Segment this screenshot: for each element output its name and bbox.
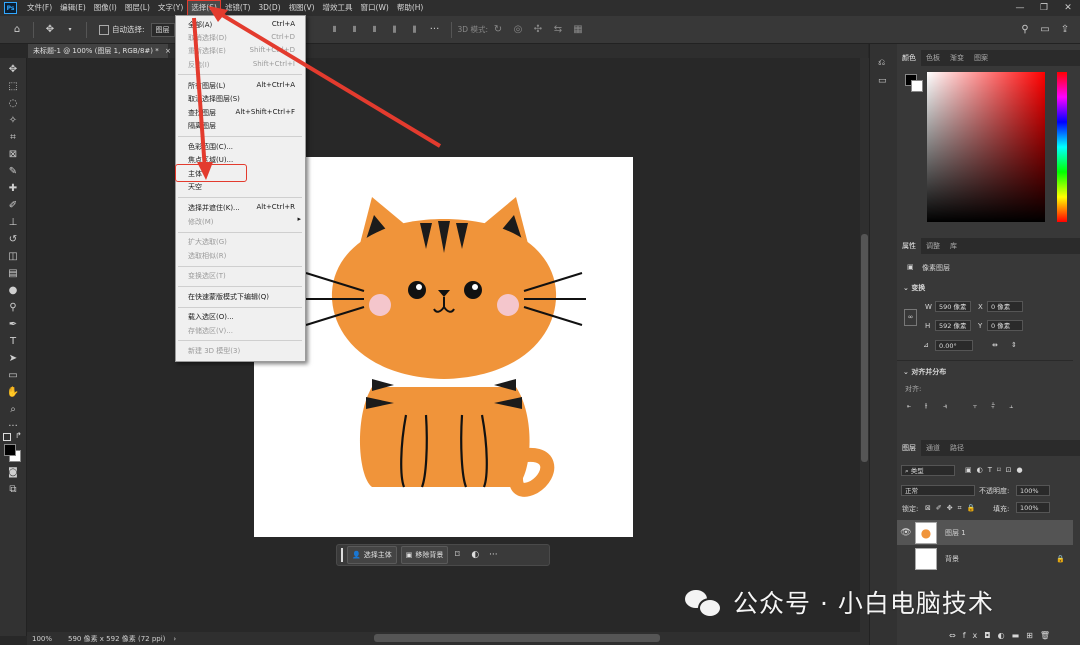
arrow-head <box>197 162 213 180</box>
watermark: 公众号 · 小白电脑技术 <box>685 584 994 620</box>
arrow-line <box>212 8 442 148</box>
arrow-head <box>208 6 228 22</box>
wechat-icon <box>685 588 722 618</box>
annotation-arrows <box>192 6 442 180</box>
arrow-line <box>192 17 207 171</box>
watermark-text: 公众号 · 小白电脑技术 <box>733 589 994 618</box>
